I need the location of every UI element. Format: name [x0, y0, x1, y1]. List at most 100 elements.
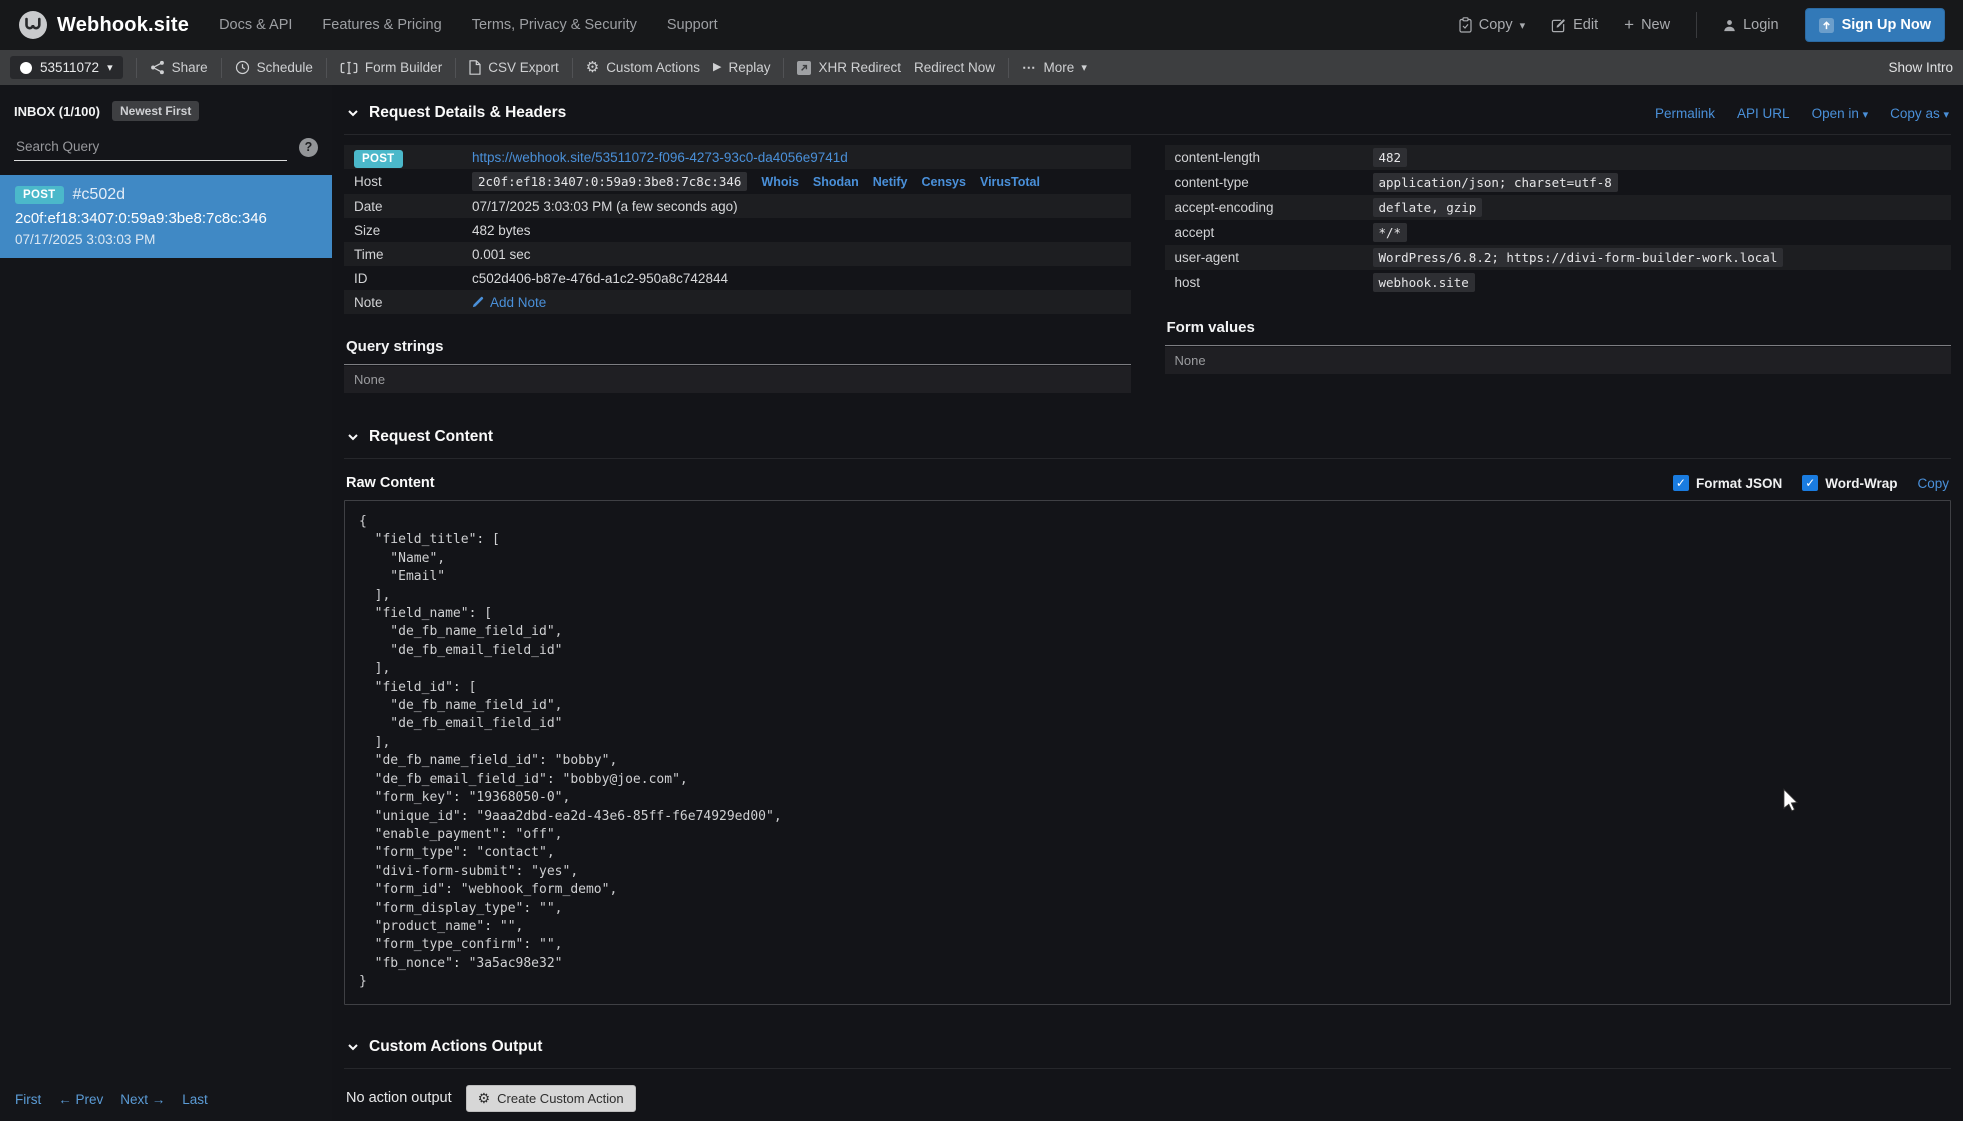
custom-actions-label: Custom Actions [606, 60, 700, 75]
query-strings-title: Query strings [346, 338, 444, 355]
open-in-dropdown[interactable]: Open in ▾ [1812, 106, 1869, 121]
header-name: accept [1174, 225, 1215, 240]
webhook-logo-icon [18, 10, 48, 40]
add-note-label: Add Note [490, 294, 547, 310]
request-timestamp: 07/17/2025 3:03:03 PM [15, 232, 156, 247]
permalink-link[interactable]: Permalink [1655, 106, 1715, 121]
headers-column: content-length 482 content-type applicat… [1164, 145, 1951, 393]
caret-down-icon: ▾ [1862, 108, 1869, 121]
details-section-toggle[interactable]: Request Details & Headers [346, 104, 566, 122]
table-row-header: user-agent WordPress/6.8.2; https://divi… [1164, 245, 1951, 270]
virustotal-link[interactable]: VirusTotal [980, 175, 1040, 189]
token-id: 53511072 [40, 60, 100, 75]
no-action-output-text: No action output [346, 1090, 452, 1107]
request-source-ip: 2c0f:ef18:3407:0:59a9:3be8:7c8c:346 [15, 210, 267, 227]
open-in-label: Open in [1811, 105, 1859, 121]
request-details-table: POST https://webhook.site/53511072-f096-… [344, 145, 1131, 314]
copy-as-label: Copy as [1890, 105, 1940, 121]
pencil-icon [472, 296, 484, 308]
copy-dropdown[interactable]: Copy ▾ [1459, 17, 1525, 33]
header-value[interactable]: 482 [1372, 148, 1408, 167]
raw-content-box[interactable]: { "field_title": [ "Name", "Email" ], "f… [344, 500, 1951, 1005]
login-button[interactable]: Login [1723, 17, 1779, 33]
create-custom-action-button[interactable]: ⚙ Create Custom Action [465, 1084, 636, 1112]
custom-actions-button[interactable]: ⚙ Custom Actions [586, 60, 700, 75]
format-json-label: Format JSON [1695, 475, 1783, 491]
header-value[interactable]: WordPress/6.8.2; https://divi-form-build… [1372, 248, 1784, 267]
brand[interactable]: Webhook.site [18, 10, 189, 40]
csv-export-button[interactable]: CSV Export [469, 60, 559, 75]
copy-as-dropdown[interactable]: Copy as ▾ [1890, 106, 1949, 121]
csv-export-label: CSV Export [488, 60, 559, 75]
table-row-id: ID c502d406-b87e-476d-a1c2-950a8c742844 [344, 266, 1131, 290]
app-body: INBOX (1/100) Newest First ? POST #c502d… [0, 85, 1963, 1121]
form-values-title: Form values [1166, 319, 1255, 336]
new-button[interactable]: + New [1624, 15, 1670, 35]
webhook-url-link[interactable]: https://webhook.site/53511072-f096-4273-… [472, 150, 848, 165]
header-name: content-type [1174, 175, 1249, 190]
search-input[interactable] [14, 133, 287, 161]
more-dropdown[interactable]: ⋯ More ▾ [1022, 60, 1087, 76]
copy-content-link[interactable]: Copy [1917, 476, 1949, 491]
api-url-link[interactable]: API URL [1737, 106, 1790, 121]
time-label: Time [354, 246, 384, 262]
host-ip-value[interactable]: 2c0f:ef18:3407:0:59a9:3be8:7c8c:346 [472, 172, 748, 191]
netify-link[interactable]: Netify [873, 175, 908, 189]
form-builder-button[interactable]: Form Builder [340, 60, 442, 75]
share-button[interactable]: Share [150, 60, 208, 75]
nav-links: Docs & API Features & Pricing Terms, Pri… [219, 17, 1451, 33]
sign-up-button[interactable]: Sign Up Now [1804, 8, 1945, 42]
sort-order-badge[interactable]: Newest First [111, 101, 200, 121]
table-row-url: POST https://webhook.site/53511072-f096-… [344, 145, 1131, 169]
nav-right: Copy ▾ Edit + New Login Sign Up Now [1459, 8, 1945, 42]
format-json-checkbox[interactable]: ✓ Format JSON [1672, 475, 1783, 491]
word-wrap-checkbox[interactable]: ✓ Word-Wrap [1802, 475, 1897, 491]
chevron-down-icon [346, 106, 360, 120]
header-value[interactable]: deflate, gzip [1372, 198, 1483, 217]
gear-icon: ⚙ [477, 1090, 491, 1107]
request-list-item-selected[interactable]: POST #c502d 2c0f:ef18:3407:0:59a9:3be8:7… [0, 175, 332, 258]
pagination-first[interactable]: First [15, 1092, 41, 1107]
details-columns: POST https://webhook.site/53511072-f096-… [344, 135, 1951, 393]
nav-link-pricing[interactable]: Features & Pricing [322, 17, 441, 33]
redirect-now-button[interactable]: Redirect Now [914, 60, 995, 75]
caret-down-icon: ▾ [107, 62, 113, 74]
table-row-header: accept-encoding deflate, gzip [1164, 195, 1951, 220]
show-intro-link[interactable]: Show Intro [1888, 60, 1953, 75]
xhr-redirect-button[interactable]: XHR Redirect [797, 60, 901, 75]
nav-link-terms[interactable]: Terms, Privacy & Security [472, 17, 637, 33]
date-label: Date [354, 198, 383, 214]
sidebar: INBOX (1/100) Newest First ? POST #c502d… [0, 85, 332, 1121]
pagination-last[interactable]: Last [182, 1092, 208, 1107]
header-value[interactable]: application/json; charset=utf-8 [1372, 173, 1618, 192]
query-strings-empty: None [344, 366, 1131, 393]
share-label: Share [171, 60, 208, 75]
replay-button[interactable]: ▶ Replay [713, 60, 771, 75]
pagination: First ← Prev Next → Last [15, 1092, 208, 1107]
query-strings-divider [344, 364, 1131, 365]
nav-link-docs[interactable]: Docs & API [219, 17, 292, 33]
table-row-size: Size 482 bytes [344, 218, 1131, 242]
host-lookup-links: Whois Shodan Netify Censys VirusTotal [761, 175, 1040, 189]
header-value[interactable]: */* [1372, 223, 1408, 242]
pagination-next[interactable]: Next → [120, 1092, 165, 1107]
login-label: Login [1743, 17, 1779, 33]
header-value[interactable]: webhook.site [1372, 273, 1475, 292]
censys-link[interactable]: Censys [921, 175, 965, 189]
edit-button[interactable]: Edit [1551, 17, 1598, 33]
clock-icon [235, 60, 250, 75]
navbar-divider [1696, 12, 1698, 38]
help-icon[interactable]: ? [299, 137, 318, 157]
add-note-button[interactable]: Add Note [472, 295, 546, 310]
shodan-link[interactable]: Shodan [813, 175, 859, 189]
chevron-down-icon [346, 430, 360, 444]
table-row-note: Note Add Note [344, 290, 1131, 314]
content-section-toggle[interactable]: Request Content [346, 428, 493, 446]
pagination-prev[interactable]: ← Prev [58, 1092, 103, 1107]
raw-content-label: Raw Content [346, 475, 435, 491]
whois-link[interactable]: Whois [761, 175, 799, 189]
nav-link-support[interactable]: Support [667, 17, 718, 33]
schedule-button[interactable]: Schedule [235, 60, 313, 75]
token-selector[interactable]: 53511072 ▾ [10, 56, 123, 79]
actions-section-toggle[interactable]: Custom Actions Output [346, 1038, 542, 1056]
